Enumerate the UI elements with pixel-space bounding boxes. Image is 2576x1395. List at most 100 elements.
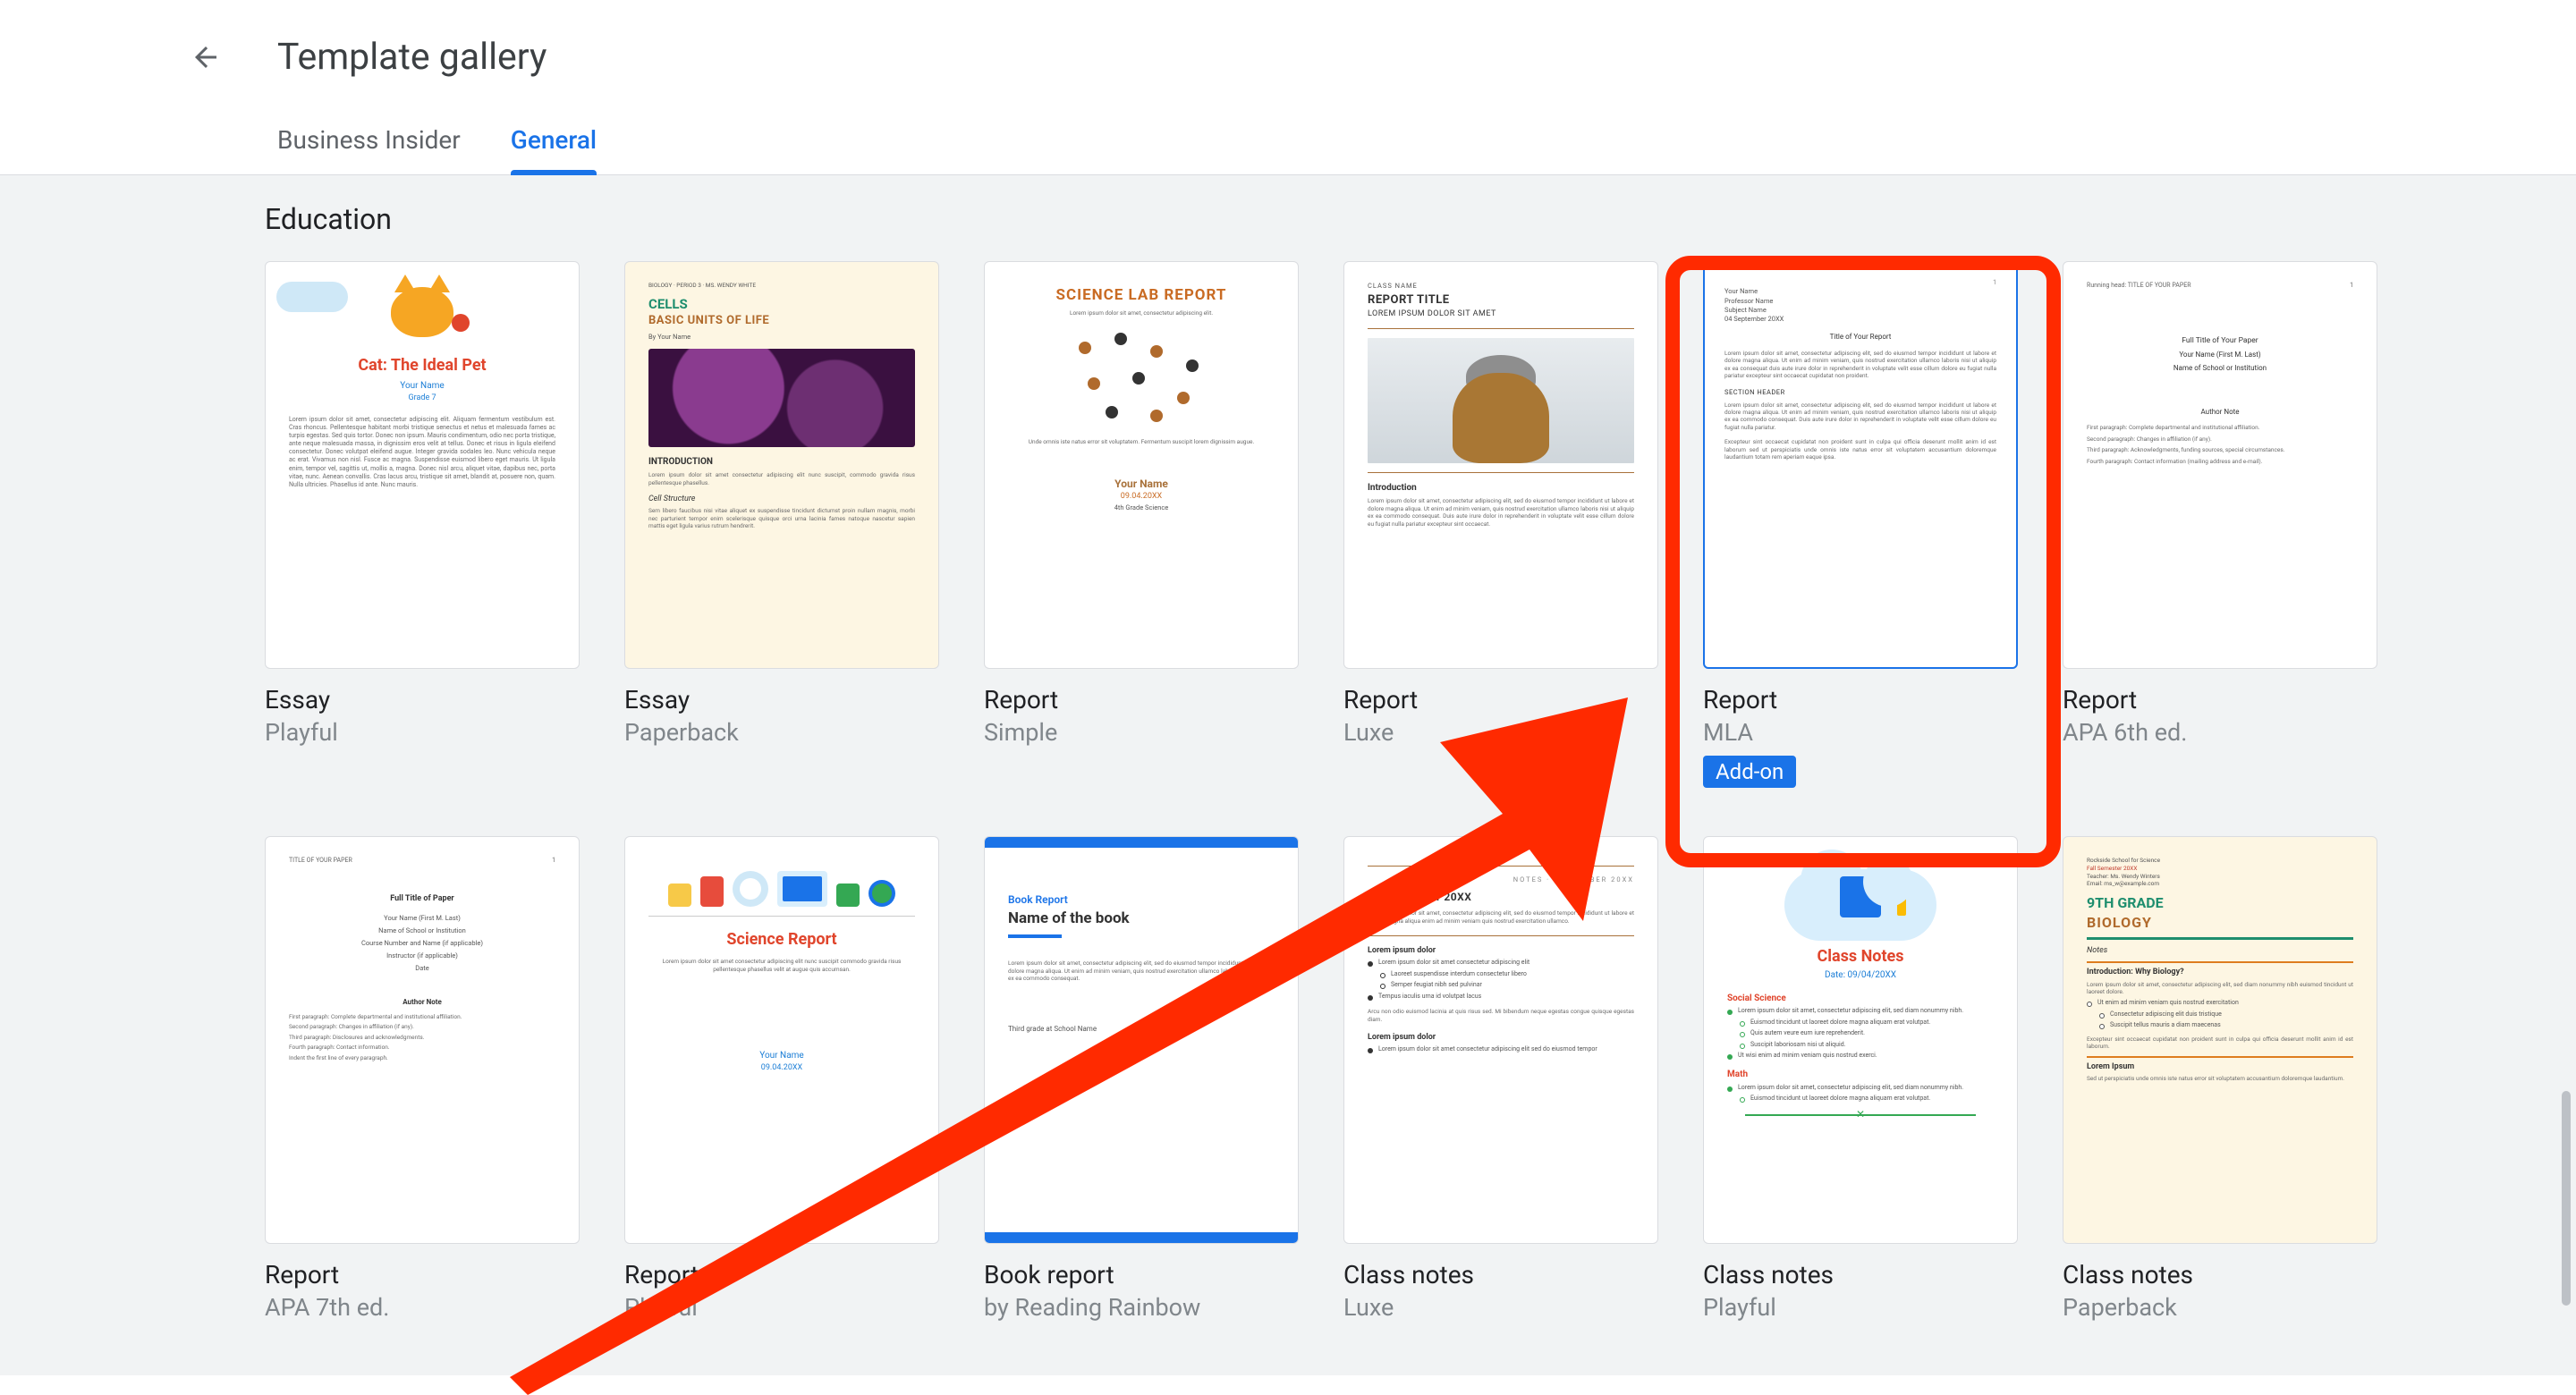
thumb-h1: Science Report [648, 929, 915, 951]
pb-m2: Fall Semester 20XX [2087, 865, 2353, 873]
template-report-simple[interactable]: SCIENCE LAB REPORT Lorem ipsum dolor sit… [984, 261, 1299, 788]
thumb-tag: Book Report [1008, 892, 1275, 907]
template-thumb: TITLE OF YOUR PAPER 1 Full Title of Pape… [265, 836, 580, 1244]
template-report-luxe[interactable]: CLASS NAME REPORT TITLE LOREM IPSUM DOLO… [1343, 261, 1658, 788]
page-title: Template gallery [277, 36, 547, 79]
template-subtitle: APA 6th ed. [2063, 718, 2377, 747]
apa-p2: Second paragraph: Changes in affiliation… [2087, 435, 2353, 443]
apa7-l3: Name of School or Institution [289, 926, 555, 935]
template-class-notes-luxe[interactable]: NOTES · SEPTEMBER 20XX 04 September 20XX… [1343, 836, 1658, 1322]
thumb-sec1: Lorem ipsum dolor [1368, 945, 1634, 956]
addon-badge: Add-on [1703, 756, 1796, 788]
template-report-mla[interactable]: 1 Your Name Professor Name Subject Name … [1703, 261, 2018, 788]
mla-title: Title of Your Report [1724, 333, 1996, 342]
apa-p4: Fourth paragraph: Contact information (m… [2087, 458, 2353, 465]
apa7-an: Author Note [289, 998, 555, 1008]
thumb-date: 04 September 20XX [1368, 890, 1634, 904]
template-thumb: Rockside School for Science Fall Semeste… [2063, 836, 2377, 1244]
apa7-p4: Fourth paragraph: Contact information. [289, 1044, 555, 1051]
mla-l4: 04 September 20XX [1724, 315, 1996, 324]
apa-l2: Your Name (First M. Last) [2087, 351, 2353, 360]
thumb-date: 09.04.20XX [648, 1062, 915, 1073]
apa7-l5: Instructor (if applicable) [289, 951, 555, 960]
thumb-h2: BASIC UNITS OF LIFE [648, 313, 915, 329]
pb-notes: Notes [2087, 945, 2353, 956]
scrollbar-thumb[interactable] [2562, 1091, 2571, 1306]
template-thumb: Class Notes Date: 09/04/20XX Social Scie… [1703, 836, 2018, 1244]
apa7-l4: Course Number and Name (if applicable) [289, 939, 555, 948]
template-thumb: Science Report Lorem ipsum dolor sit ame… [624, 836, 939, 1244]
template-thumb: NOTES · SEPTEMBER 20XX 04 September 20XX… [1343, 836, 1658, 1244]
apa-p3: Third paragraph: Acknowledgments, fundin… [2087, 446, 2353, 453]
template-report-apa6[interactable]: Running head: TITLE OF YOUR PAPER 1 Full… [2063, 261, 2377, 788]
arrow-left-icon [190, 41, 222, 73]
thumb-sec2: Lorem ipsum dolor [1368, 1032, 1634, 1043]
template-subtitle: Paperback [624, 718, 939, 747]
thumb-class: CLASS NAME [1368, 282, 1634, 291]
apa-runhead: Running head: TITLE OF YOUR PAPER [2087, 282, 2191, 290]
template-subtitle: Luxe [1343, 1293, 1658, 1322]
template-essay-paperback[interactable]: BIOLOGY · PERIOD 3 · MS. WENDY WHITE CEL… [624, 261, 939, 788]
template-report-playful[interactable]: Science Report Lorem ipsum dolor sit ame… [624, 836, 939, 1322]
mla-l2: Professor Name [1724, 297, 1996, 306]
template-title: Report [265, 1260, 580, 1289]
dot-cluster-image [1052, 324, 1231, 431]
template-thumb: SCIENCE LAB REPORT Lorem ipsum dolor sit… [984, 261, 1299, 669]
header: Template gallery [0, 0, 2576, 100]
thumb-by: By Your Name [648, 333, 915, 342]
apa7-pg: 1 [552, 857, 555, 865]
thumb-tag: BIOLOGY · PERIOD 3 · MS. WENDY WHITE [648, 282, 915, 290]
thumb-struct: Cell Structure [648, 494, 915, 504]
back-button[interactable] [184, 36, 227, 79]
template-subtitle: Playful [265, 718, 580, 747]
template-report-apa7[interactable]: TITLE OF YOUR PAPER 1 Full Title of Pape… [265, 836, 580, 1322]
template-subtitle: Simple [984, 718, 1299, 747]
tab-general[interactable]: General [511, 125, 597, 174]
photo-placeholder [1368, 338, 1634, 463]
template-thumb: 1 Your Name Professor Name Subject Name … [1703, 261, 2018, 669]
tabs: Business Insider General [0, 100, 2576, 175]
template-thumb: Book Report Name of the book Lorem ipsum… [984, 836, 1299, 1244]
apa7-runhead: TITLE OF YOUR PAPER [289, 857, 352, 865]
template-subtitle: by Reading Rainbow [984, 1293, 1299, 1322]
template-subtitle: Paperback [2063, 1293, 2377, 1322]
thumb-author: Your Name [648, 1050, 915, 1062]
page-root: Template gallery Business Insider Genera… [0, 0, 2576, 1375]
apa7-p3: Third paragraph: Disclosures and acknowl… [289, 1034, 555, 1041]
pb-h1: 9TH GRADE [2087, 893, 2353, 913]
template-grid: Cat: The Ideal Pet Your Name Grade 7 Lor… [265, 261, 2576, 1322]
template-subtitle: APA 7th ed. [265, 1293, 580, 1322]
thumb-date: 09.04.20XX [1008, 491, 1275, 502]
apa-pg: 1 [2350, 282, 2353, 290]
apa-l1: Full Title of Your Paper [2087, 336, 2353, 346]
tab-business-insider[interactable]: Business Insider [277, 125, 461, 174]
apa-l3: Name of School or Institution [2087, 364, 2353, 374]
template-title: Report [624, 1260, 939, 1289]
thumb-author: Your Name [289, 380, 555, 393]
thumb-intro: Introduction [1368, 482, 1634, 495]
pb-sec1: Introduction: Why Biology? [2087, 967, 2353, 977]
thumb-cloud-icon [1727, 869, 1994, 941]
template-essay-playful[interactable]: Cat: The Ideal Pet Your Name Grade 7 Lor… [265, 261, 580, 788]
thumb-h1: Name of the book [1008, 909, 1275, 929]
template-title: Essay [624, 685, 939, 714]
apa7-p2: Second paragraph: Changes in affiliation… [289, 1023, 555, 1030]
thumb-h1: Class Notes [1727, 946, 1994, 968]
template-subtitle: Playful [624, 1293, 939, 1322]
pb-m1: Rockside School for Science [2087, 857, 2353, 865]
mla-section: SECTION HEADER [1724, 388, 1996, 397]
thumb-icon-row [648, 871, 915, 907]
template-thumb: BIOLOGY · PERIOD 3 · MS. WENDY WHITE CEL… [624, 261, 939, 669]
apa7-l2: Your Name (First M. Last) [289, 914, 555, 923]
template-thumb: Cat: The Ideal Pet Your Name Grade 7 Lor… [265, 261, 580, 669]
apa7-l6: Date [289, 964, 555, 973]
thumb-h1: SCIENCE LAB REPORT [1008, 285, 1275, 306]
template-book-report[interactable]: Book Report Name of the book Lorem ipsum… [984, 836, 1299, 1322]
pb-m4: Email: ms_w@example.com [2087, 880, 2353, 888]
thumb-sec2: Math [1727, 1069, 1994, 1081]
template-class-notes-playful[interactable]: Class Notes Date: 09/04/20XX Social Scie… [1703, 836, 2018, 1322]
template-class-notes-paperback[interactable]: Rockside School for Science Fall Semeste… [2063, 836, 2377, 1322]
template-subtitle: Playful [1703, 1293, 2018, 1322]
content: Education Cat: The Ideal Pet Your Name G… [0, 175, 2576, 1375]
apa7-l1: Full Title of Paper [289, 893, 555, 904]
